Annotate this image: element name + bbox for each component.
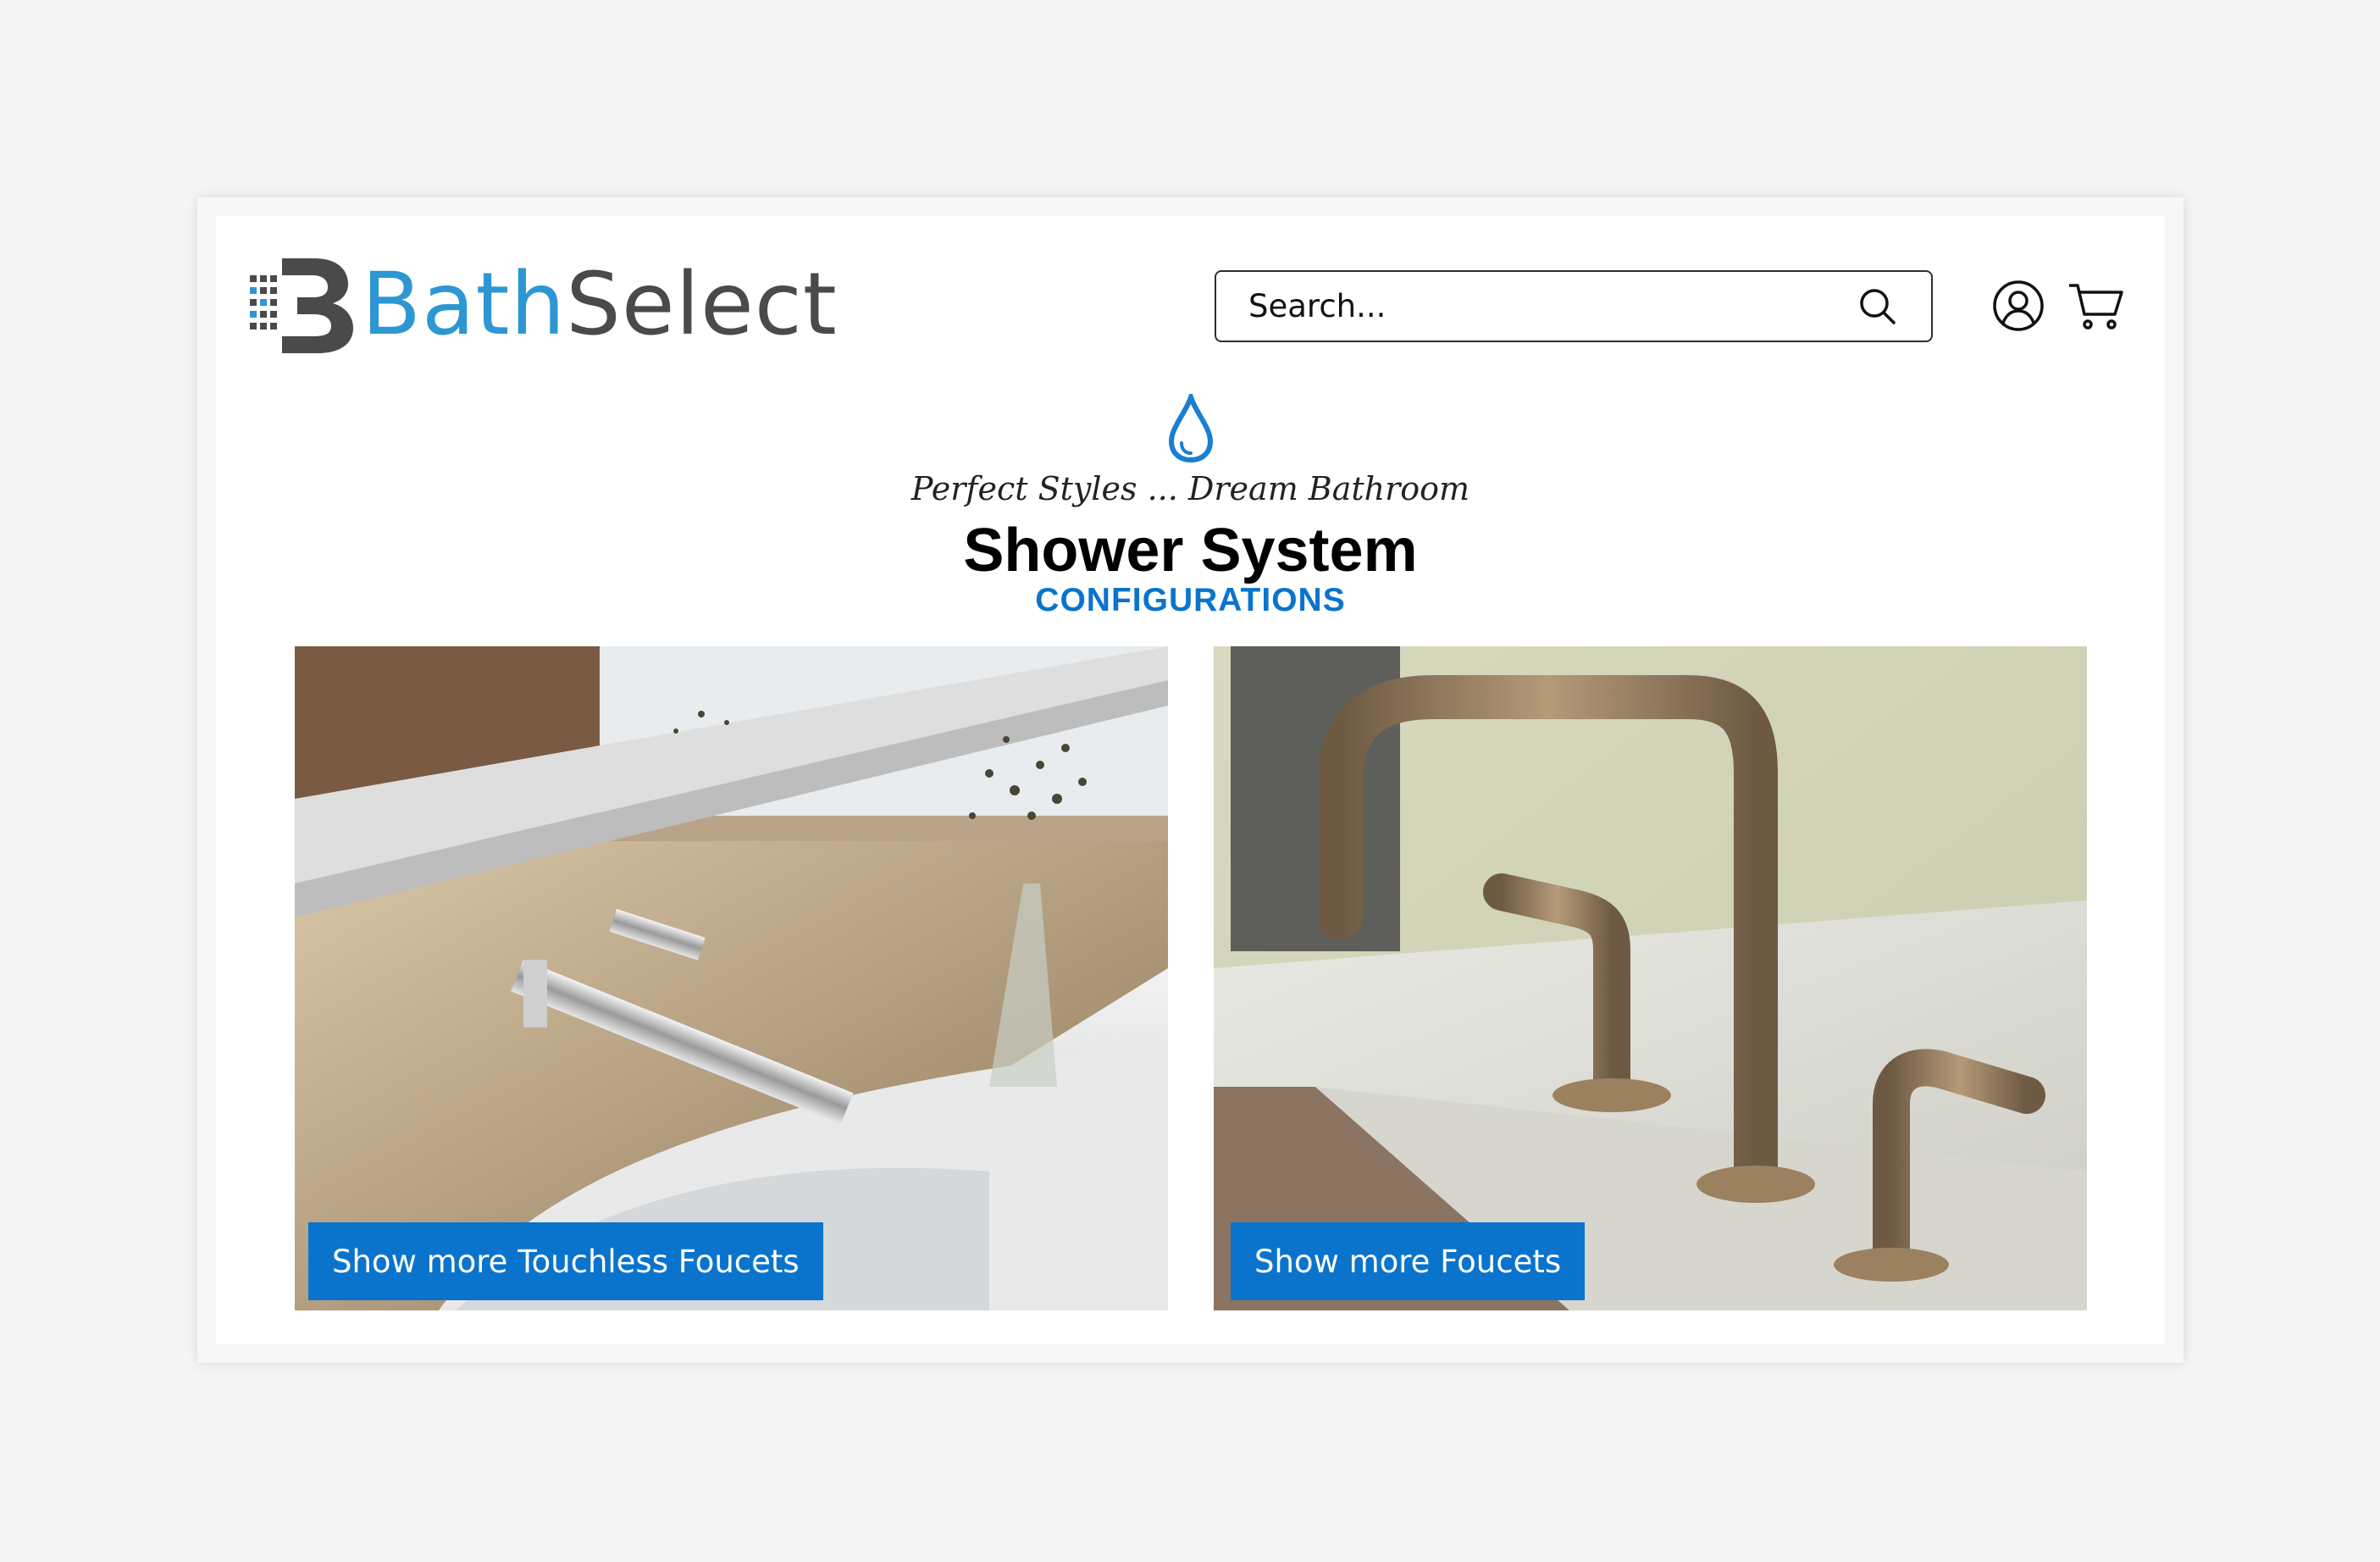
bronze-faucet-photo	[1214, 646, 2087, 1310]
water-drop-icon	[1168, 394, 1214, 463]
page-title: Shower System	[963, 517, 1418, 584]
show-more-touchless-button[interactable]: Show more Touchless Foucets	[308, 1222, 823, 1300]
search-input[interactable]	[1248, 288, 1841, 324]
logo-mark-icon	[250, 258, 353, 353]
search-box	[1215, 270, 1933, 342]
search-icon[interactable]	[1858, 287, 1897, 326]
logo-text-bath: Bath	[362, 254, 567, 355]
page-subtitle: CONFIGURATIONS	[1035, 582, 1346, 618]
cart-icon[interactable]	[2067, 280, 2125, 331]
page: BathSelect Perfect Styles ... D	[216, 216, 2165, 1344]
product-tile-faucets[interactable]: Show more Foucets	[1214, 646, 2087, 1310]
logo-wordmark: BathSelect	[362, 262, 838, 348]
logo[interactable]: BathSelect	[248, 250, 838, 360]
show-more-faucets-button[interactable]: Show more Foucets	[1231, 1222, 1586, 1300]
touchless-faucet-photo	[295, 646, 1168, 1310]
browser-frame: BathSelect Perfect Styles ... D	[197, 197, 2184, 1363]
logo-text-select: Select	[566, 254, 838, 355]
user-icon[interactable]	[1991, 279, 2045, 333]
product-tile-touchless[interactable]: Show more Touchless Foucets	[295, 646, 1168, 1310]
tagline: Perfect Styles ... Dream Bathroom	[910, 470, 1470, 507]
